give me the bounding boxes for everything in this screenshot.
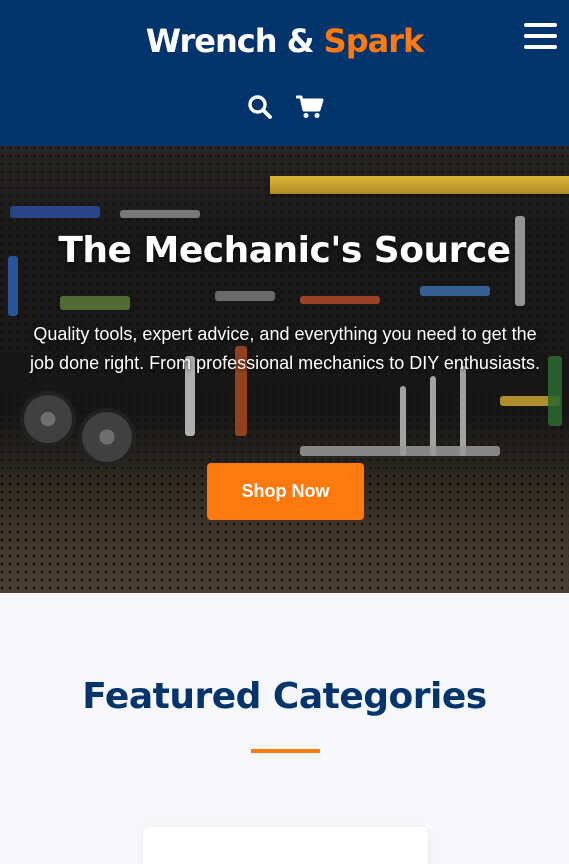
tool-shape	[300, 296, 380, 304]
search-icon[interactable]	[246, 93, 274, 121]
tool-shape	[10, 206, 100, 218]
disc-shape	[78, 408, 136, 466]
shop-now-button[interactable]: Shop Now	[207, 463, 364, 520]
tool-shape	[430, 376, 436, 456]
menu-bar	[524, 45, 557, 49]
menu-bar	[524, 34, 557, 38]
tool-shape	[460, 366, 466, 456]
hero-title: The Mechanic's Source	[58, 230, 511, 271]
header-actions	[0, 93, 569, 123]
tool-shape	[60, 296, 130, 310]
shelf	[270, 176, 569, 194]
category-card[interactable]	[143, 827, 428, 864]
hero-description: Quality tools, expert advice, and everyt…	[30, 324, 540, 373]
tool-shape	[420, 286, 490, 296]
site-header: Wrench & Spark	[0, 0, 569, 146]
tool-shape	[215, 291, 275, 301]
menu-bar	[524, 23, 557, 27]
disc-shape	[20, 391, 76, 447]
logo-text-primary: Wrench &	[145, 22, 324, 60]
tool-shape	[548, 356, 562, 426]
site-logo[interactable]: Wrench & Spark	[0, 22, 569, 60]
logo-text-accent: Spark	[323, 22, 425, 60]
cart-icon[interactable]	[295, 93, 324, 121]
featured-categories-title: Featured Categories	[82, 676, 487, 717]
tool-shape	[300, 446, 500, 456]
tool-shape	[120, 210, 200, 218]
title-underline	[251, 749, 320, 753]
menu-icon[interactable]	[524, 22, 557, 50]
hero-banner: The Mechanic's Source Quality tools, exp…	[0, 146, 569, 593]
